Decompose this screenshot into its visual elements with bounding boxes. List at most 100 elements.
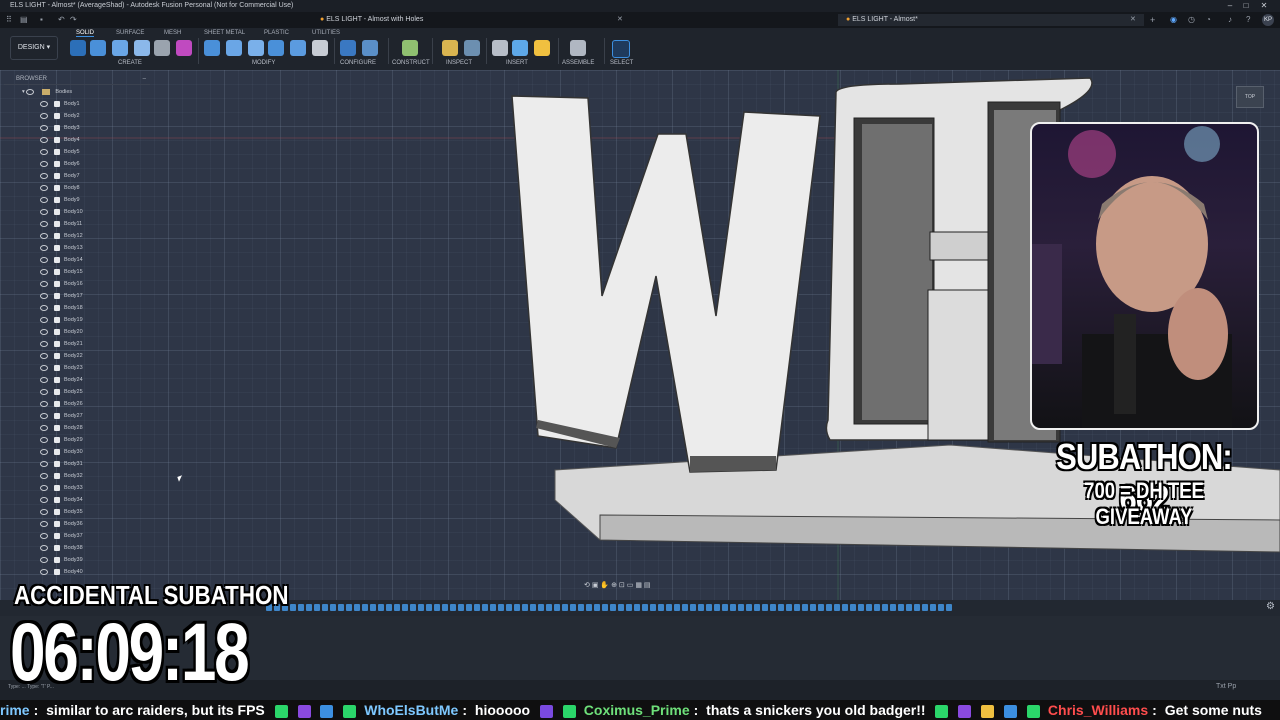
visibility-eye-icon[interactable] [40,124,48,131]
timeline-feature[interactable] [530,604,536,611]
close-tab-icon[interactable]: ✕ [617,12,623,28]
timeline-feature[interactable] [578,604,584,611]
timeline-feature[interactable] [330,604,336,611]
visibility-eye-icon[interactable] [40,208,48,215]
browser-body-item[interactable]: Body30 [40,446,83,458]
timeline-feature[interactable] [946,604,952,611]
browser-body-item[interactable]: Body12 [40,230,83,242]
visibility-eye-icon[interactable] [40,556,48,563]
browser-body-item[interactable]: Body4 [40,134,80,146]
timeline-feature[interactable] [314,604,320,611]
timeline-feature[interactable] [682,604,688,611]
browser-body-item[interactable]: Body36 [40,518,83,530]
zoom-icon[interactable]: ⊕ [611,582,617,589]
new-tab-icon[interactable]: + [1150,12,1155,28]
tab-mesh[interactable]: MESH [164,30,181,36]
timeline-feature[interactable] [730,604,736,611]
timeline-feature[interactable] [442,604,448,611]
timeline-feature[interactable] [746,604,752,611]
tab-almost-with-holes[interactable]: ● ELS LIGHT - Almost with Holes [312,14,431,26]
timeline-feature[interactable] [474,604,480,611]
timeline-feature[interactable] [418,604,424,611]
visibility-eye-icon[interactable] [40,160,48,167]
joint-icon[interactable] [570,40,586,56]
new-sketch-icon[interactable] [70,40,86,56]
visibility-eye-icon[interactable] [40,472,48,479]
insert-mesh-icon[interactable] [534,40,550,56]
group-construct[interactable]: CONSTRUCT [392,60,430,66]
visibility-eye-icon[interactable] [40,232,48,239]
visibility-eye-icon[interactable] [40,376,48,383]
browser-body-item[interactable]: Body24 [40,374,83,386]
browser-body-item[interactable]: Body3 [40,122,80,134]
timeline-feature[interactable] [778,604,784,611]
visibility-eye-icon[interactable] [40,436,48,443]
visibility-eye-icon[interactable] [40,220,48,227]
timeline-feature[interactable] [626,604,632,611]
timeline-feature[interactable] [738,604,744,611]
maximize-button[interactable]: □ [1240,0,1252,12]
timeline-feature[interactable] [426,604,432,611]
parameters-icon[interactable] [340,40,356,56]
visibility-eye-icon[interactable] [40,508,48,515]
timeline-feature[interactable] [722,604,728,611]
browser-body-item[interactable]: Body27 [40,410,83,422]
timeline-feature[interactable] [826,604,832,611]
timeline-feature[interactable] [498,604,504,611]
timeline-feature[interactable] [394,604,400,611]
timeline-feature[interactable] [522,604,528,611]
timeline-feature[interactable] [378,604,384,611]
group-configure[interactable]: CONFIGURE [340,60,376,66]
timeline-feature[interactable] [842,604,848,611]
insert-derive-icon[interactable] [492,40,508,56]
timeline-feature[interactable] [810,604,816,611]
timeline-feature[interactable] [714,604,720,611]
timeline-feature[interactable] [874,604,880,611]
timeline-feature[interactable] [586,604,592,611]
timeline-feature[interactable] [882,604,888,611]
timeline-feature[interactable] [346,604,352,611]
timeline-feature[interactable] [402,604,408,611]
visibility-eye-icon[interactable] [40,412,48,419]
browser-body-item[interactable]: Body7 [40,170,80,182]
timeline-feature[interactable] [562,604,568,611]
close-button[interactable]: ✕ [1258,0,1270,12]
browser-body-item[interactable]: Body14 [40,254,83,266]
timeline-feature[interactable] [490,604,496,611]
tab-sheet-metal[interactable]: SHEET METAL [204,30,245,36]
offset-face-icon[interactable] [290,40,306,56]
visibility-eye-icon[interactable] [40,352,48,359]
help-icon[interactable]: ? [1246,12,1250,28]
file-icon[interactable]: ▤ [20,12,28,28]
browser-body-item[interactable]: Body17 [40,290,83,302]
collapse-icon[interactable]: – [143,74,146,84]
visibility-eye-icon[interactable] [40,136,48,143]
tab-almost[interactable]: ● ELS LIGHT - Almost* [838,14,1144,26]
visibility-eye-icon[interactable] [40,268,48,275]
visibility-eye-icon[interactable] [40,100,48,107]
timeline-feature[interactable] [594,604,600,611]
browser-body-item[interactable]: Body37 [40,530,83,542]
visibility-eye-icon[interactable] [40,496,48,503]
timeline-feature[interactable] [514,604,520,611]
section-icon[interactable] [464,40,480,56]
browser-body-item[interactable]: Body25 [40,386,83,398]
browser-body-item[interactable]: Body32 [40,470,83,482]
timeline-feature[interactable] [506,604,512,611]
browser-body-item[interactable]: Body6 [40,158,80,170]
timeline-feature[interactable] [370,604,376,611]
minimize-button[interactable]: – [1224,0,1236,12]
visibility-eye-icon[interactable] [40,388,48,395]
visibility-eye-icon[interactable] [40,244,48,251]
timeline-feature[interactable] [850,604,856,611]
browser-body-item[interactable]: Body23 [40,362,83,374]
browser-body-item[interactable]: Body22 [40,350,83,362]
browser-body-item[interactable]: Body10 [40,206,83,218]
visibility-eye-icon[interactable] [40,256,48,263]
redo-icon[interactable]: ↷ [70,12,77,28]
browser-body-item[interactable]: Body5 [40,146,80,158]
browser-body-item[interactable]: Body15 [40,266,83,278]
orbit-icon[interactable]: ⟲ [584,582,590,589]
timeline-feature[interactable] [642,604,648,611]
visibility-eye-icon[interactable] [40,184,48,191]
